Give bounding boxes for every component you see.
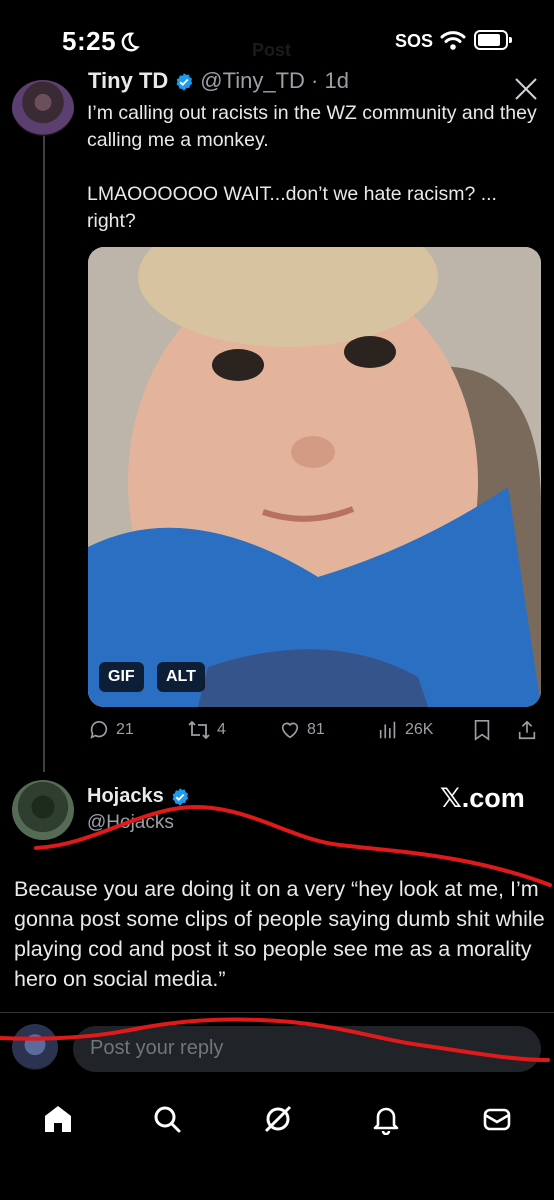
x-com-brand: 𝕏.com xyxy=(440,783,525,813)
avatar[interactable] xyxy=(12,780,74,840)
verified-badge-icon xyxy=(172,787,188,806)
verified-badge-icon xyxy=(176,73,193,91)
bookmark-button[interactable] xyxy=(472,716,498,744)
battery-icon xyxy=(474,30,512,50)
gif-badge: GIF xyxy=(99,662,144,692)
views-action[interactable]: 26K xyxy=(377,716,433,744)
divider xyxy=(0,1012,554,1013)
header-title: Post xyxy=(252,40,292,60)
share-icon xyxy=(518,720,536,740)
display-name[interactable]: Tiny TD xyxy=(88,68,168,93)
timestamp: · 1d xyxy=(311,68,349,93)
main-tweet-text: Because you are doing it on a very “hey … xyxy=(14,877,545,991)
share-button[interactable] xyxy=(516,716,544,744)
handle[interactable]: @Hojacks xyxy=(87,812,174,834)
repost-icon xyxy=(188,720,210,740)
tweet-media-gif[interactable] xyxy=(88,247,541,707)
repost-count: 4 xyxy=(217,721,226,738)
home-icon[interactable] xyxy=(42,1103,74,1135)
reply-action[interactable]: 21 xyxy=(88,716,134,744)
grok-icon[interactable] xyxy=(262,1103,294,1135)
reply-icon xyxy=(90,720,108,739)
display-name[interactable]: Hojacks xyxy=(87,785,196,808)
wifi-icon xyxy=(440,31,466,50)
alt-badge[interactable]: ALT xyxy=(157,662,205,692)
avatar[interactable] xyxy=(12,80,74,136)
moon-icon xyxy=(121,32,140,52)
views-icon xyxy=(379,721,396,739)
handle[interactable]: @Tiny_TD xyxy=(200,68,305,93)
reply-count: 21 xyxy=(116,721,134,738)
views-count: 26K xyxy=(405,721,434,738)
messages-icon[interactable] xyxy=(481,1103,513,1135)
reply-placeholder: Post your reply xyxy=(90,1037,224,1059)
avatar xyxy=(12,1024,58,1070)
quoted-tweet-header: Tiny TD @Tiny_TD · 1d xyxy=(88,68,349,94)
repost-action[interactable]: 4 xyxy=(187,716,226,744)
bookmark-icon xyxy=(474,720,490,741)
thread-line xyxy=(43,132,45,772)
sos-indicator: SOS xyxy=(395,31,434,51)
status-time: 5:25 xyxy=(62,26,117,56)
search-icon[interactable] xyxy=(151,1103,183,1135)
display-name-text: Hojacks xyxy=(87,785,164,807)
close-x-icon[interactable] xyxy=(514,78,538,100)
like-action[interactable]: 81 xyxy=(279,716,325,744)
like-count: 81 xyxy=(307,721,325,738)
notifications-icon[interactable] xyxy=(370,1103,402,1135)
like-icon xyxy=(281,722,299,739)
gif-thumbnail xyxy=(88,247,541,707)
quoted-tweet-text: I’m calling out racists in the WZ commun… xyxy=(87,102,537,232)
